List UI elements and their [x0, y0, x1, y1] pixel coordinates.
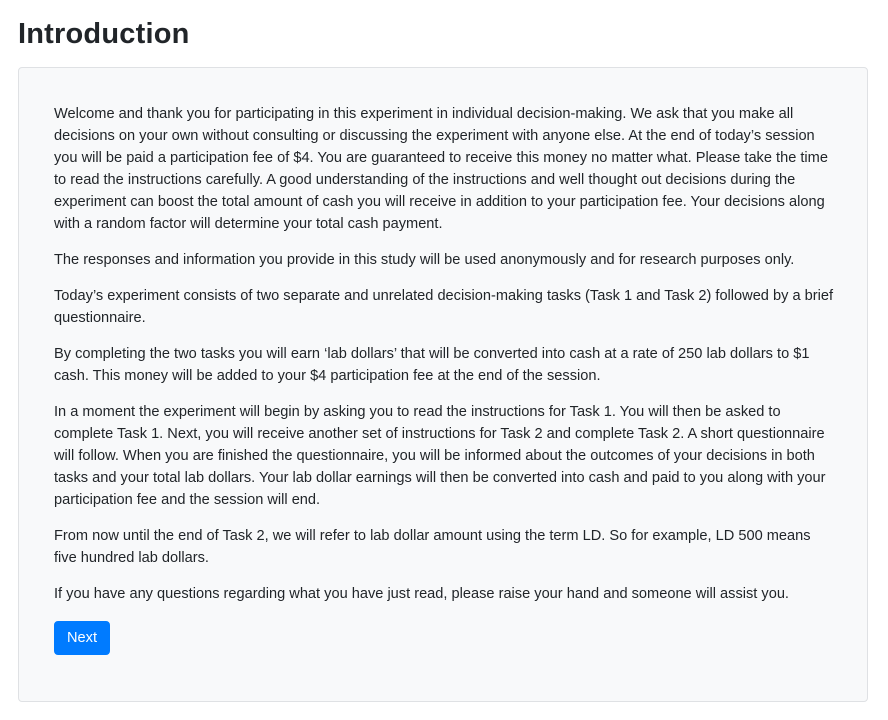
- paragraph-tasks-overview: Today’s experiment consists of two separ…: [54, 288, 834, 326]
- page-title: Introduction: [18, 18, 190, 50]
- next-button[interactable]: Next: [54, 621, 111, 655]
- instructions-card: Welcome and thank you for participating …: [18, 67, 868, 702]
- paragraph-anonymity: The responses and information you provid…: [54, 252, 795, 268]
- paragraph-welcome: Welcome and thank you for participating …: [54, 106, 828, 232]
- paragraph-procedure: In a moment the experiment will begin by…: [54, 404, 826, 508]
- paragraph-questions: If you have any questions regarding what…: [54, 586, 789, 602]
- paragraph-ld-term: From now until the end of Task 2, we wil…: [54, 528, 811, 566]
- paragraph-lab-dollars: By completing the two tasks you will ear…: [54, 346, 810, 384]
